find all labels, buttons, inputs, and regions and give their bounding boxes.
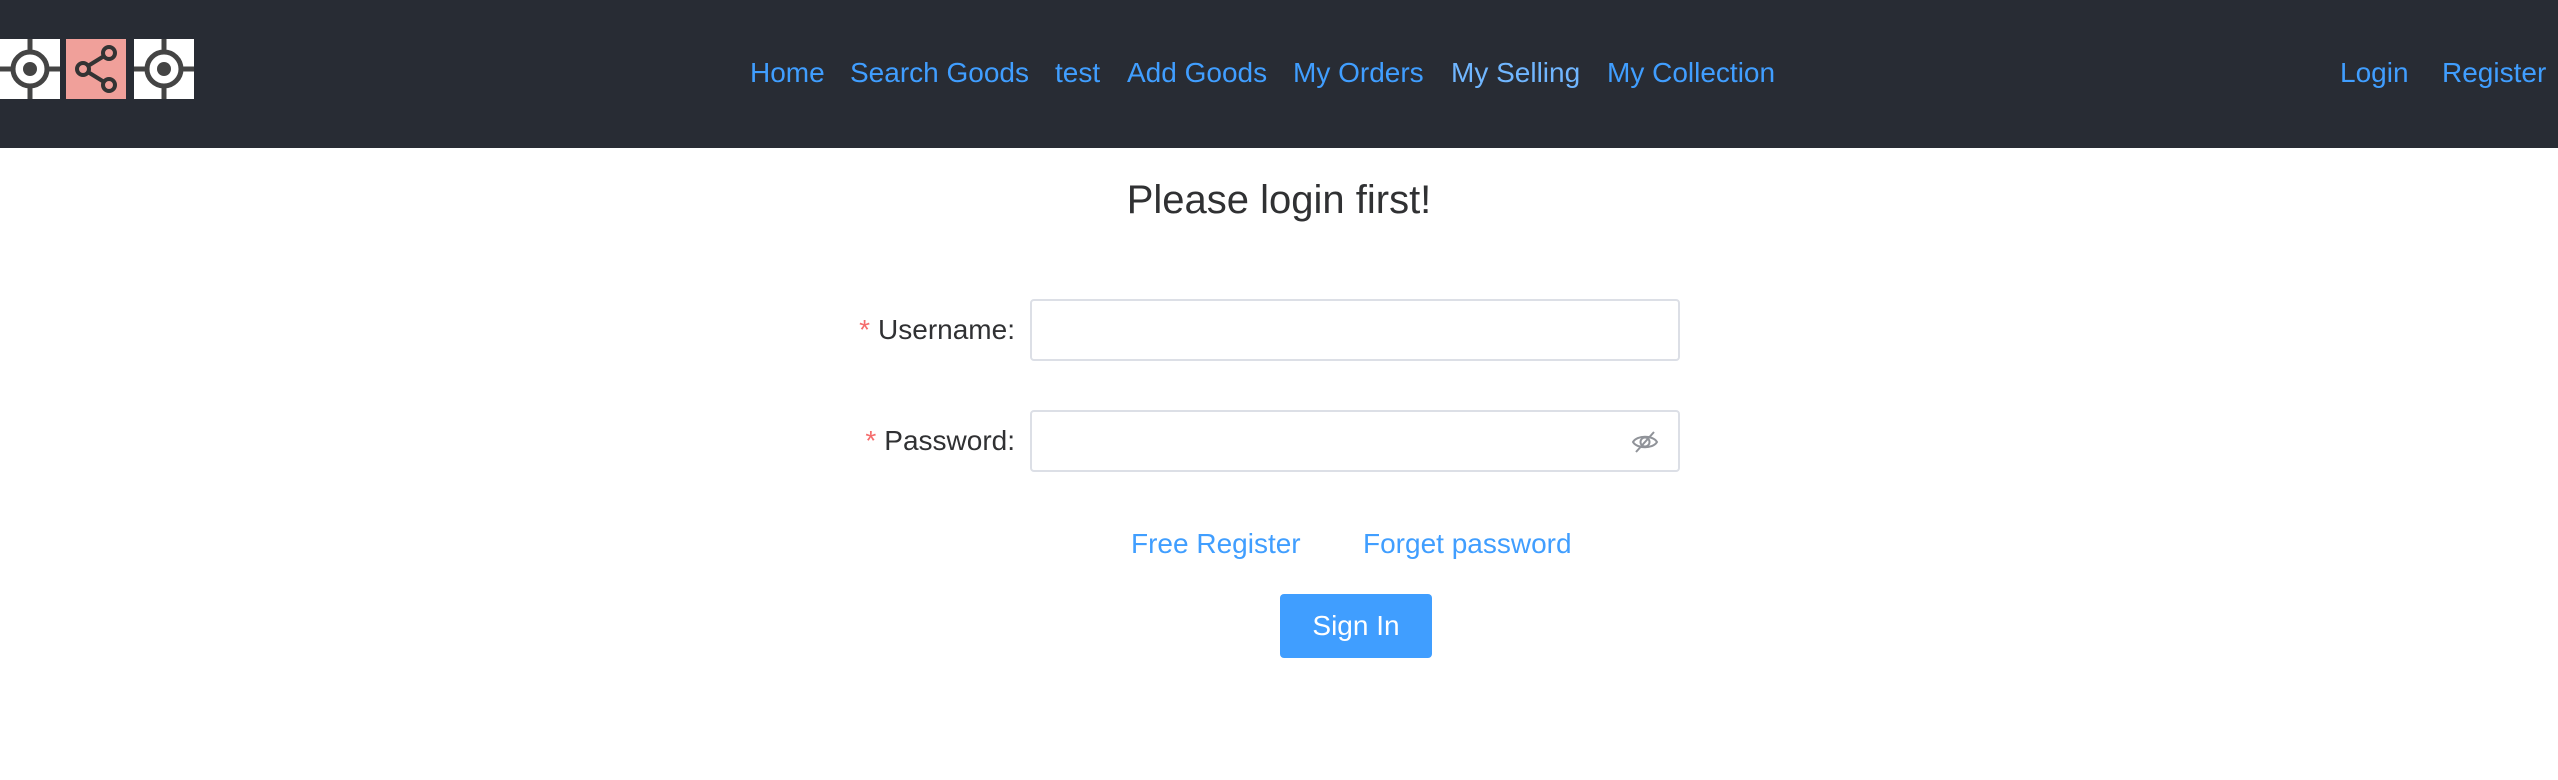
username-label: * Username: bbox=[820, 299, 1015, 361]
nav-my-selling[interactable]: My Selling bbox=[1451, 53, 1580, 93]
nav-register[interactable]: Register bbox=[2442, 53, 2546, 93]
label-colon: : bbox=[1007, 314, 1015, 345]
nav-login[interactable]: Login bbox=[2340, 53, 2409, 93]
nav-search-goods[interactable]: Search Goods bbox=[850, 53, 1029, 93]
password-label-text: Password bbox=[884, 425, 1008, 456]
password-field[interactable] bbox=[1030, 410, 1680, 472]
nav-home[interactable]: Home bbox=[750, 53, 825, 93]
username-label-text: Username bbox=[878, 314, 1008, 345]
password-label: * Password: bbox=[820, 410, 1015, 472]
free-register-link[interactable]: Free Register bbox=[1131, 522, 1301, 566]
nav-my-collection[interactable]: My Collection bbox=[1607, 53, 1775, 93]
page-title: Please login first! bbox=[1126, 178, 1432, 222]
label-colon: : bbox=[1007, 425, 1015, 456]
nav-my-orders[interactable]: My Orders bbox=[1293, 53, 1424, 93]
username-field[interactable] bbox=[1030, 299, 1680, 361]
top-navbar: Home Search Goods test Add Goods My Orde… bbox=[0, 0, 2558, 148]
eye-slash-icon[interactable] bbox=[1630, 427, 1660, 457]
sign-in-button[interactable]: Sign In bbox=[1280, 594, 1432, 658]
target-icon bbox=[134, 39, 194, 99]
username-input[interactable] bbox=[1032, 301, 1632, 359]
forget-password-link[interactable]: Forget password bbox=[1363, 522, 1572, 566]
required-mark: * bbox=[859, 314, 871, 345]
nav-add-goods[interactable]: Add Goods bbox=[1127, 53, 1267, 93]
nav-test[interactable]: test bbox=[1055, 53, 1100, 93]
required-mark: * bbox=[865, 425, 877, 456]
share-icon bbox=[66, 39, 126, 99]
password-input[interactable] bbox=[1032, 412, 1632, 470]
target-icon bbox=[0, 39, 60, 99]
